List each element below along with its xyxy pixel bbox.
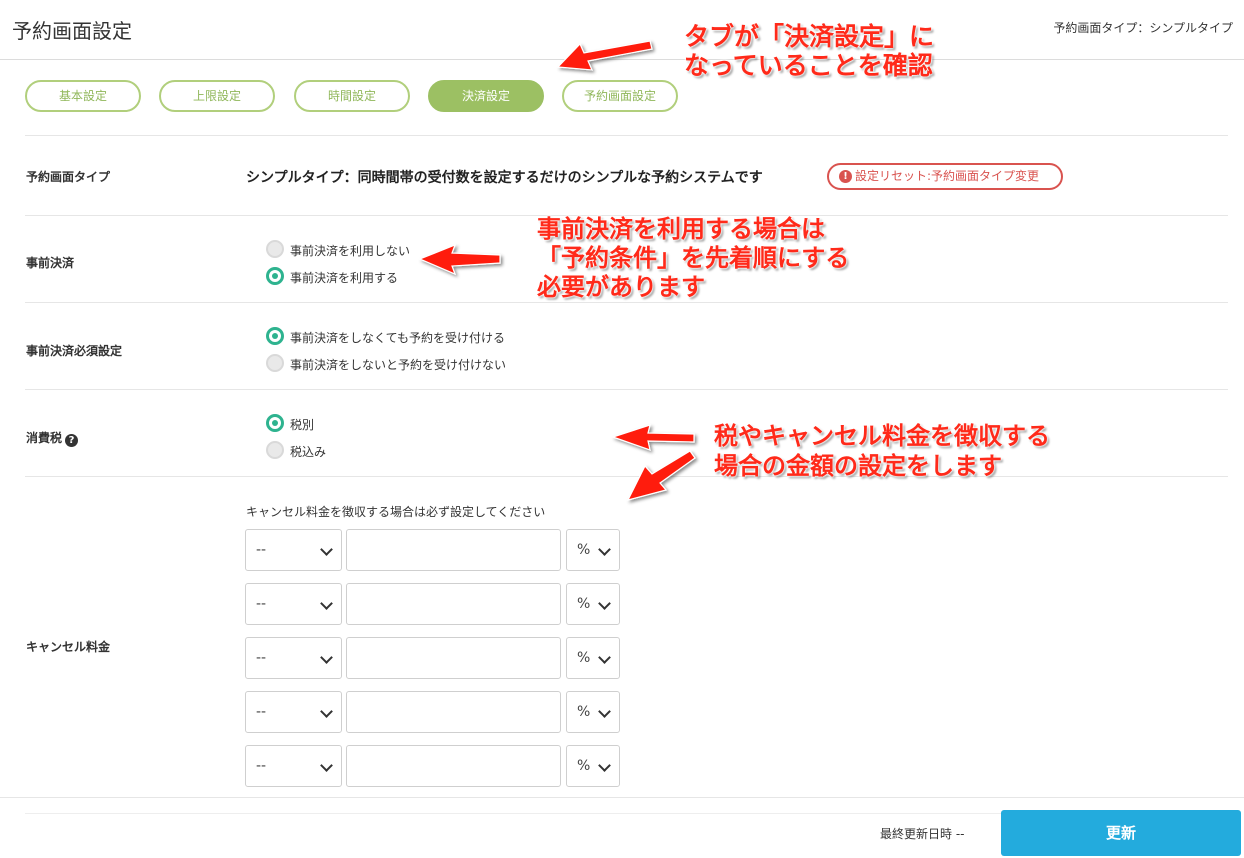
tab-booking-screen[interactable]: 予約画面設定 [562, 80, 678, 112]
radio-button-selected[interactable] [266, 414, 284, 432]
cancel-unit-select[interactable]: % [566, 691, 620, 733]
cancel-amount-input[interactable] [346, 529, 561, 571]
page-header: 予約画面設定 予約画面タイプ：シンプルタイプ [0, 0, 1244, 60]
cancel-fee-row-label: キャンセル料金 [26, 640, 111, 654]
exclamation-icon: ! [839, 170, 852, 183]
chevron-down-icon [320, 705, 333, 718]
annotation-line: 場合の金額の設定をします [714, 452, 1002, 480]
annotation-line: タブが「決済設定」に [684, 22, 935, 51]
radio-button[interactable] [266, 354, 284, 372]
reservation-type-description: シンプルタイプ：同時間帯の受付数を設定するだけのシンプルな予約システムです [246, 170, 763, 186]
radio-label: 事前決済を利用する [290, 271, 399, 285]
chevron-down-icon [598, 543, 611, 556]
question-circle-icon[interactable]: ? [65, 434, 79, 447]
divider [25, 302, 1228, 303]
select-value: % [577, 542, 591, 558]
tab-payment[interactable]: 決済設定 [428, 80, 544, 112]
cancel-timing-select[interactable]: -- [245, 745, 342, 787]
radio-button-selected[interactable] [266, 267, 284, 285]
chevron-down-icon [598, 705, 611, 718]
select-value: % [577, 650, 591, 666]
chevron-down-icon [320, 597, 333, 610]
tab-limit[interactable]: 上限設定 [159, 80, 275, 112]
update-button[interactable]: 更新 [1001, 810, 1241, 856]
annotation-arrows [418, 40, 696, 501]
annotation-line: 「予約条件」を先着順にする [537, 244, 850, 272]
select-value: % [577, 596, 591, 612]
annotation-line: なっていることを確認 [684, 51, 933, 80]
tab-basic[interactable]: 基本設定 [25, 80, 141, 112]
radio-button-selected[interactable] [266, 327, 284, 345]
select-value: % [577, 704, 591, 720]
annotation-tax-note: 税やキャンセル料金を徴収する 場合の金額の設定をします [714, 421, 1050, 481]
reset-type-button-label: 設定リセット:予約画面タイプ変更 [855, 169, 1040, 183]
radio-label: 税別 [290, 418, 315, 432]
tax-label: 消費税 [26, 431, 63, 445]
radio-button[interactable] [266, 240, 284, 258]
select-value: % [577, 758, 591, 774]
chevron-down-icon [598, 597, 611, 610]
select-value: -- [256, 704, 267, 720]
tab-time[interactable]: 時間設定 [294, 80, 410, 112]
footer-divider [0, 797, 1244, 798]
cancel-unit-select[interactable]: % [566, 745, 620, 787]
select-value: -- [256, 758, 267, 774]
arrow-to-prepayment-option [418, 243, 501, 276]
annotation-line: 事前決済を利用する場合は [537, 215, 825, 243]
arrow-to-tax-option [611, 424, 695, 451]
cancel-unit-select[interactable]: % [566, 583, 620, 625]
radio-label: 事前決済をしないと予約を受け付けない [290, 358, 507, 372]
divider [25, 135, 1228, 136]
cancel-timing-select[interactable]: -- [245, 637, 342, 679]
annotation-prepayment-note: 事前決済を利用する場合は 「予約条件」を先着順にする 必要があります [537, 215, 849, 302]
radio-label: 事前決済をしなくても予約を受け付ける [290, 331, 506, 345]
tax-row-label: 消費税? [26, 429, 79, 447]
divider [25, 389, 1228, 390]
radio-button[interactable] [266, 441, 284, 459]
annotation-line: 必要があります [537, 273, 705, 301]
cancel-fee-note: キャンセル料金を徴収する場合は必ず設定してください [246, 505, 546, 519]
select-value: -- [256, 650, 267, 666]
prepayment-required-row-label: 事前決済必須設定 [26, 344, 123, 358]
radio-label: 事前決済を利用しない [290, 244, 411, 258]
last-updated-text: 最終更新日時 -- [880, 827, 965, 841]
select-value: -- [256, 596, 267, 612]
cancel-timing-select[interactable]: -- [245, 529, 342, 571]
radio-label: 税込み [290, 445, 327, 459]
annotation-line: 税やキャンセル料金を徴収する [714, 422, 1050, 450]
select-value: -- [256, 542, 267, 558]
annotation-tab-note: タブが「決済設定」に なっていることを確認 [684, 22, 934, 80]
cancel-unit-select[interactable]: % [566, 637, 620, 679]
chevron-down-icon [320, 651, 333, 664]
reset-type-button[interactable]: ! 設定リセット:予約画面タイプ変更 [827, 163, 1063, 190]
prepayment-row-label: 事前決済 [26, 256, 75, 270]
cancel-timing-select[interactable]: -- [245, 583, 342, 625]
reservation-type-row-label: 予約画面タイプ [26, 170, 111, 184]
page-title: 予約画面設定 [12, 19, 132, 43]
chevron-down-icon [598, 651, 611, 664]
cancel-unit-select[interactable]: % [566, 529, 620, 571]
reservation-type-label: 予約画面タイプ：シンプルタイプ [1053, 21, 1233, 35]
chevron-down-icon [320, 543, 333, 556]
cancel-timing-select[interactable]: -- [245, 691, 342, 733]
cancel-amount-input[interactable] [346, 745, 561, 787]
cancel-amount-input[interactable] [346, 691, 561, 733]
cancel-amount-input[interactable] [346, 583, 561, 625]
chevron-down-icon [320, 759, 333, 772]
chevron-down-icon [598, 759, 611, 772]
cancel-amount-input[interactable] [346, 637, 561, 679]
